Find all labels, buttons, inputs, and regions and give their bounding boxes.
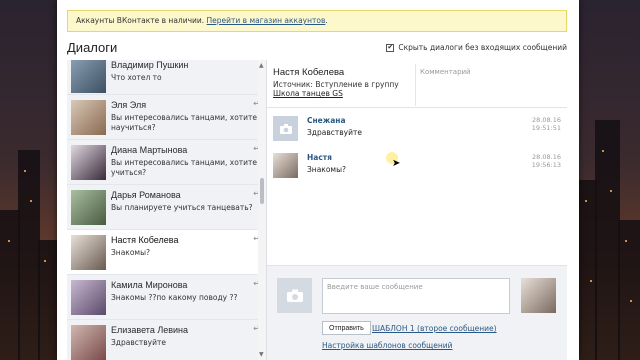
dialog-item[interactable]: Камила Миронова Знакомы ??по какому пово… — [67, 275, 266, 320]
message-input[interactable]: Введите ваше сообщение — [322, 278, 510, 314]
message: Снежана Здравствуйте 28.08.16 19:51:51 — [273, 116, 561, 150]
dialog-name: Елизавета Левина — [111, 325, 189, 335]
dialog-preview: Здравствуйте — [111, 338, 166, 347]
dialog-name: Владимир Пушкин — [111, 60, 189, 70]
dialog-item[interactable]: Диана Мартынова Вы интересовались танцам… — [67, 140, 266, 185]
camera-icon — [286, 289, 303, 302]
avatar — [71, 280, 106, 315]
message-timestamp: 28.08.16 19:51:51 — [532, 116, 561, 132]
message-date: 28.08.16 — [532, 116, 561, 124]
template-link[interactable]: ШАБЛОН 1 (второе сообщение) — [372, 324, 497, 333]
avatar — [71, 60, 106, 93]
dialog-preview: Вы планируете учиться танцевать? — [111, 203, 253, 212]
dialog-preview: Вы интересовались танцами, хотите научит… — [111, 113, 258, 132]
dialog-preview: Вы интересовались танцами, хотите учитьс… — [111, 158, 258, 177]
dialog-name: Камила Миронова — [111, 280, 188, 290]
message-input-placeholder: Введите ваше сообщение — [327, 283, 423, 291]
camera-icon — [279, 123, 292, 134]
dialog-list-scrollbar[interactable]: ▲ ▼ — [258, 60, 266, 360]
dialog-item[interactable]: Владимир Пушкин Что хотел то — [67, 60, 266, 95]
dialog-item[interactable]: Дарья Романова Вы планируете учиться тан… — [67, 185, 266, 230]
notice-text: Аккаунты ВКонтакте в наличии. — [76, 16, 207, 25]
checkmark-icon: ✔ — [387, 43, 394, 51]
dialog-name: Эля Эля — [111, 100, 147, 110]
page-title: Диалоги — [67, 40, 118, 55]
message-author[interactable]: Настя — [307, 153, 332, 162]
dialog-item-active[interactable]: Настя Кобелева Знакомы? ↵ — [67, 230, 266, 275]
message-author[interactable]: Снежана — [307, 116, 346, 125]
message-text: Здравствуйте — [307, 128, 362, 137]
hide-empty-dialogs-toggle[interactable]: ✔ Скрыть диалоги без входящих сообщений — [386, 43, 567, 52]
avatar — [71, 235, 106, 270]
dialog-preview: Что хотел то — [111, 73, 162, 82]
contact-name: Настя Кобелева — [273, 67, 345, 78]
dialog-preview: Знакомы ??по какому поводу ?? — [111, 293, 238, 302]
scroll-up-icon[interactable]: ▲ — [259, 62, 264, 69]
dialog-name: Диана Мартынова — [111, 145, 188, 155]
message-history: Снежана Здравствуйте 28.08.16 19:51:51 Н… — [267, 110, 567, 265]
message: Настя Знакомы? 28.08.16 19:56:13 — [273, 153, 561, 187]
message-time: 19:51:51 — [531, 124, 561, 132]
dialogs-window: Аккаунты ВКонтакте в наличии. Перейти в … — [57, 0, 579, 360]
comment-field[interactable]: Комментарий — [415, 64, 565, 106]
message-composer: Введите ваше сообщение Отправить ШАБЛОН … — [267, 265, 567, 360]
checkbox[interactable]: ✔ — [386, 43, 395, 52]
accounts-notice: Аккаунты ВКонтакте в наличии. Перейти в … — [67, 10, 567, 32]
avatar — [71, 190, 106, 225]
avatar — [521, 278, 556, 313]
contact-source: Источник: Вступление в группу Школа танц… — [273, 80, 413, 98]
scroll-down-icon[interactable]: ▼ — [259, 351, 264, 358]
notice-tail: . — [325, 16, 328, 25]
avatar — [71, 100, 106, 135]
accounts-shop-link[interactable]: Перейти в магазин аккаунтов — [207, 16, 326, 25]
dialog-name: Настя Кобелева — [111, 235, 179, 245]
scrollbar-thumb[interactable] — [260, 178, 264, 204]
source-group-link[interactable]: Школа танцев GS — [273, 89, 343, 98]
hide-toggle-label: Скрыть диалоги без входящих сообщений — [398, 43, 567, 52]
comment-placeholder: Комментарий — [420, 68, 471, 76]
avatar — [273, 153, 298, 178]
message-text: Знакомы? — [307, 165, 346, 174]
attach-photo-button[interactable] — [277, 278, 312, 313]
dialog-item[interactable]: Елизавета Левина Здравствуйте ↵ — [67, 320, 266, 360]
dialog-name: Дарья Романова — [111, 190, 181, 200]
source-prefix: Источник: Вступление в группу — [273, 80, 399, 89]
message-date: 28.08.16 — [532, 153, 561, 161]
send-button[interactable]: Отправить — [322, 321, 371, 335]
mouse-pointer-icon: ➤ — [392, 158, 401, 169]
message-time: 19:56:13 — [531, 161, 561, 169]
avatar — [71, 145, 106, 180]
dialog-item[interactable]: Эля Эля Вы интересовались танцами, хотит… — [67, 95, 266, 140]
message-timestamp: 28.08.16 19:56:13 — [532, 153, 561, 169]
dialog-preview: Знакомы? — [111, 248, 150, 257]
avatar — [273, 116, 298, 141]
conversation-header: Настя Кобелева Источник: Вступление в гр… — [267, 60, 567, 108]
avatar — [71, 325, 106, 360]
template-settings-link[interactable]: Настройка шаблонов сообщений — [322, 341, 452, 350]
dialog-list: Владимир Пушкин Что хотел то Эля Эля Вы … — [67, 60, 267, 360]
